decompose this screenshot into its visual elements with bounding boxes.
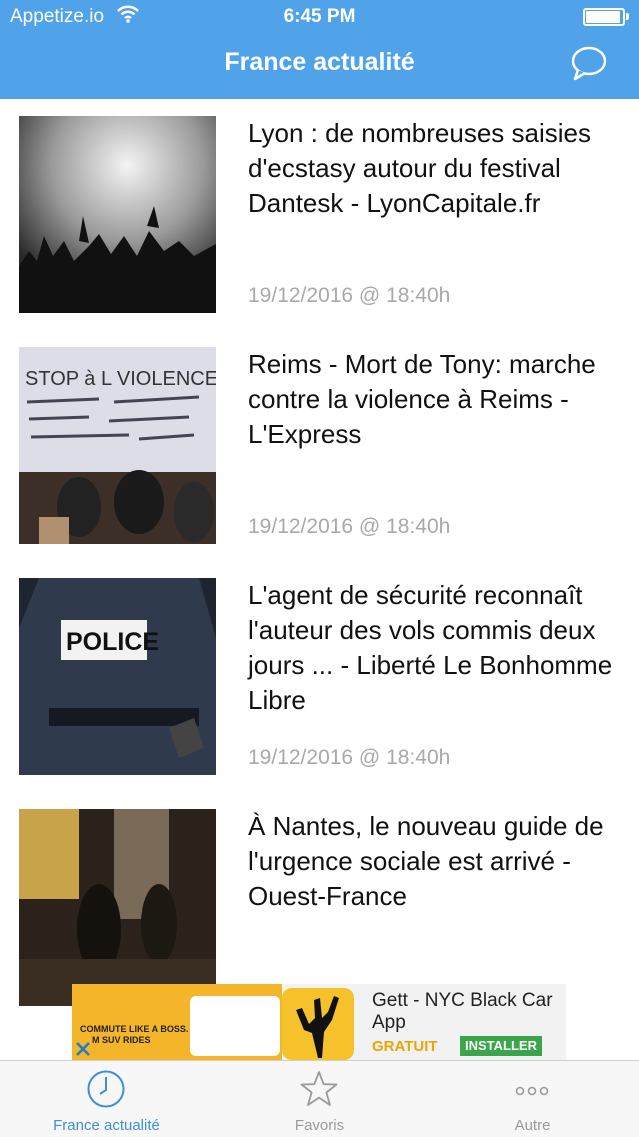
ad-image: COMMUTE LIKE A BOSS. M SUV RIDES: [72, 984, 282, 1060]
news-thumbnail: POLICE: [19, 578, 216, 775]
ad-app-name: Gett - NYC Black Car App: [372, 990, 553, 1033]
tab-label: Favoris: [294, 1117, 345, 1134]
news-title: À Nantes, le nouveau guide de l'urgence …: [248, 811, 604, 911]
news-date: 19/12/2016 @ 18:40h: [248, 515, 451, 538]
more-icon: [515, 1086, 549, 1096]
tab-bar: France actualité Favoris Autre: [0, 1060, 639, 1137]
star-icon: [300, 1071, 338, 1106]
ad-install-button[interactable]: INSTALLER: [460, 1036, 542, 1056]
tab-autre[interactable]: Autre: [426, 1061, 639, 1137]
tab-label: Autre: [514, 1117, 551, 1134]
svg-text:POLICE: POLICE: [66, 628, 159, 656]
tab-label: France actualité: [53, 1117, 160, 1134]
news-date: 19/12/2016 @ 18:40h: [248, 746, 451, 769]
ad-phone-image: [190, 996, 280, 1056]
news-item[interactable]: STOP à L VIOLENCE Reims - Mort de Tony: …: [0, 330, 639, 561]
news-thumbnail: STOP à L VIOLENCE: [19, 347, 216, 544]
news-date: 19/12/2016 @ 18:40h: [248, 284, 451, 307]
ad-banner[interactable]: COMMUTE LIKE A BOSS. M SUV RIDES Gett - …: [72, 984, 566, 1060]
news-title: Reims - Mort de Tony: marche contre la v…: [248, 349, 596, 449]
ad-app-icon: [282, 988, 354, 1060]
ad-tagline-2: M SUV RIDES: [92, 1035, 151, 1045]
chat-bubble-icon[interactable]: [570, 46, 608, 82]
news-item[interactable]: POLICE L'agent de sécurité reconnaît l'a…: [0, 561, 639, 792]
status-time: 6:45 PM: [283, 6, 356, 27]
ad-close-icon[interactable]: [74, 1040, 92, 1058]
battery-icon: [583, 8, 629, 26]
ad-tagline: COMMUTE LIKE A BOSS.: [80, 1024, 189, 1034]
navigation-bar: Appetize.io 6:45 PM France actualité: [0, 0, 639, 99]
status-bar: Appetize.io 6:45 PM: [0, 0, 639, 34]
tab-favoris[interactable]: Favoris: [213, 1061, 426, 1137]
news-item[interactable]: Lyon : de nombreuses saisies d'ecstasy a…: [0, 99, 639, 330]
svg-text:STOP à L VIOLENCE: STOP à L VIOLENCE: [25, 368, 216, 390]
news-thumbnail: [19, 116, 216, 313]
clock-icon: [87, 1070, 125, 1108]
ad-price: GRATUIT: [372, 1038, 438, 1055]
page-title: France actualité: [224, 48, 415, 76]
news-thumbnail: [19, 809, 216, 1006]
tab-france-actualite[interactable]: France actualité: [0, 1061, 213, 1137]
news-title: L'agent de sécurité reconnaît l'auteur d…: [248, 580, 613, 715]
news-title: Lyon : de nombreuses saisies d'ecstasy a…: [248, 118, 592, 218]
